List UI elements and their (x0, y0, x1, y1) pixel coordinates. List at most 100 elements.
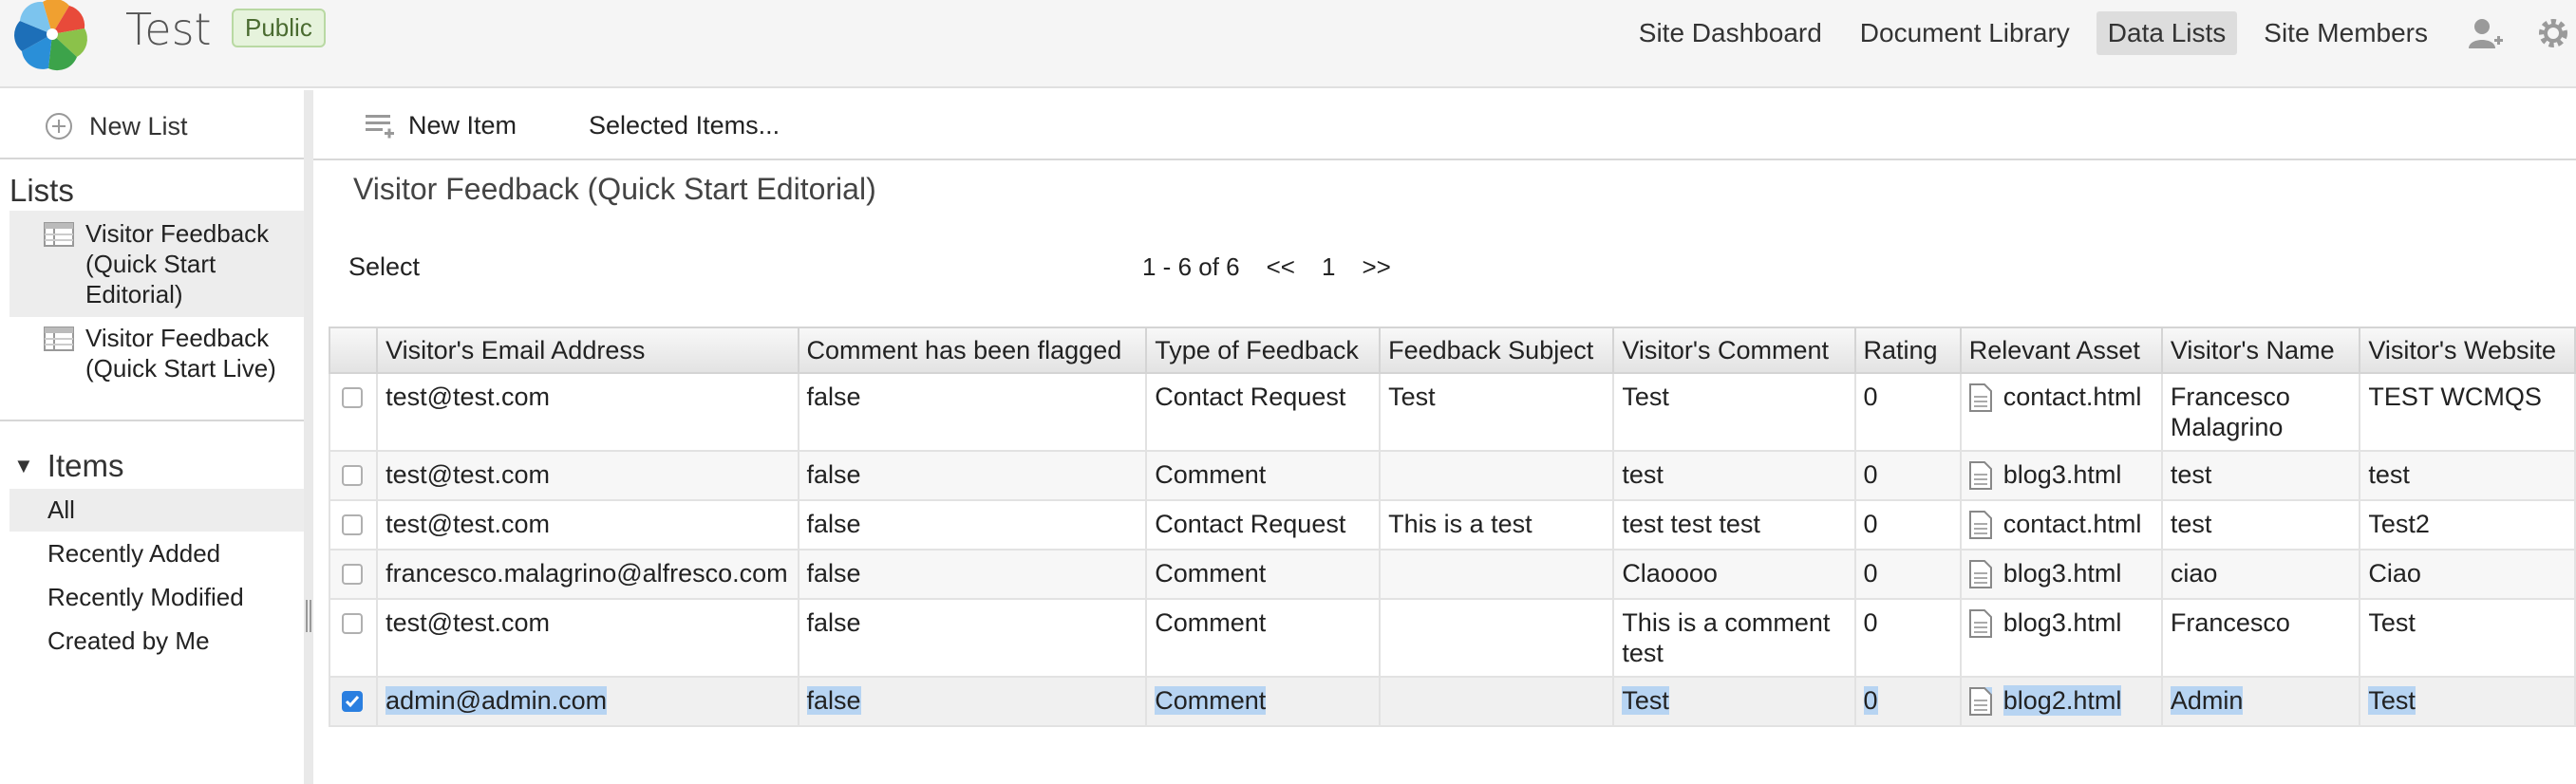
cell-subject (1379, 598, 1615, 678)
column-header[interactable]: Rating (1853, 327, 1962, 374)
table-row[interactable]: test@test.com false Comment test 0 blog3… (328, 450, 2576, 501)
left-panel: New List Lists Visitor Feedback (Quick S… (0, 90, 306, 784)
document-icon (1968, 609, 1992, 638)
prev-page-link[interactable]: << (1267, 252, 1295, 282)
datalist-table: Visitor's Email Address Comment has been… (328, 327, 2576, 727)
current-page[interactable]: 1 (1322, 252, 1335, 282)
column-header[interactable]: Feedback Subject (1379, 327, 1615, 374)
cell-email: test@test.com (376, 372, 799, 452)
list-title: Visitor Feedback (Quick Start Editorial) (353, 172, 876, 206)
asset-link[interactable]: blog3.html (1968, 607, 2153, 638)
row-checkbox[interactable] (342, 514, 363, 535)
new-list-button[interactable]: New List (44, 111, 188, 141)
gear-icon[interactable] (2530, 10, 2576, 56)
cell-comment: This is a comment test (1612, 598, 1856, 678)
cell-comment: Test (1622, 686, 1669, 715)
cell-name: Admin (2170, 686, 2244, 715)
cell-flagged: false (797, 549, 1148, 600)
cell-subject: Test (1379, 372, 1615, 452)
list-item-editorial[interactable]: Visitor Feedback (Quick Start Editorial) (9, 211, 304, 317)
cell-comment: Test (1612, 372, 1856, 452)
table-row[interactable]: test@test.com false Contact Request This… (328, 499, 2576, 551)
column-header-select (328, 327, 379, 374)
datalist-icon (44, 327, 74, 351)
asset-link[interactable]: blog3.html (1968, 558, 2153, 588)
filter-created-by-me[interactable]: Created by Me (9, 620, 304, 663)
datalist-icon (44, 222, 74, 247)
table-row[interactable]: test@test.com false Comment This is a co… (328, 598, 2576, 678)
column-header[interactable]: Visitor's Name (2160, 327, 2361, 374)
nav-site-dashboard[interactable]: Site Dashboard (1627, 11, 1833, 55)
row-checkbox[interactable] (342, 613, 363, 634)
column-header[interactable]: Comment has been flagged (797, 327, 1148, 374)
nav-site-members[interactable]: Site Members (2252, 11, 2439, 55)
asset-name: contact.html (2003, 510, 2142, 538)
nav-document-library[interactable]: Document Library (1849, 11, 2081, 55)
selected-items-menu[interactable]: Selected Items... (589, 111, 780, 140)
table-row[interactable]: francesco.malagrino@alfresco.com false C… (328, 549, 2576, 600)
resize-grip-icon[interactable] (306, 600, 311, 632)
column-header[interactable]: Type of Feedback (1145, 327, 1382, 374)
paginator: 1 - 6 of 6 << 1 >> (1142, 252, 1418, 282)
asset-name: blog3.html (2003, 608, 2122, 637)
column-header[interactable]: Visitor's Email Address (376, 327, 799, 374)
cell-type: Comment (1145, 598, 1382, 678)
cell-comment: test test test (1612, 499, 1856, 551)
cell-comment: test (1612, 450, 1856, 501)
new-item-button[interactable]: New Item (365, 111, 517, 140)
cell-subject (1379, 676, 1615, 727)
column-header[interactable]: Visitor's Comment (1612, 327, 1856, 374)
cell-flagged: false (797, 450, 1148, 501)
cell-type: Contact Request (1145, 499, 1382, 551)
column-header[interactable]: Relevant Asset (1959, 327, 2163, 374)
row-checkbox[interactable] (342, 387, 363, 408)
filter-all[interactable]: All (9, 489, 304, 532)
asset-link[interactable]: blog3.html (1968, 459, 2153, 490)
collapse-triangle-icon: ▼ (13, 454, 34, 477)
nav-data-lists[interactable]: Data Lists (2096, 11, 2238, 55)
cell-flagged: false (797, 499, 1148, 551)
add-user-icon[interactable] (2462, 10, 2508, 56)
table-row-selected[interactable]: admin@admin.com false Comment Test 0 blo… (328, 676, 2576, 727)
asset-name: blog3.html (2003, 460, 2122, 489)
cell-name: test (2160, 450, 2361, 501)
alfresco-logo[interactable] (6, 0, 99, 72)
next-page-link[interactable]: >> (1362, 252, 1390, 282)
new-item-icon (366, 114, 394, 138)
add-circle-icon (46, 113, 72, 140)
site-header: Test Public Site Dashboard Document Libr… (0, 0, 2576, 88)
asset-name: contact.html (2003, 383, 2142, 411)
row-checkbox[interactable] (342, 564, 363, 585)
asset-link[interactable]: contact.html (1968, 509, 2153, 539)
panel-resizer[interactable] (304, 90, 313, 784)
items-section-toggle[interactable]: ▼ Items (13, 448, 123, 484)
select-menu[interactable]: Select (348, 252, 420, 282)
cell-rating: 0 (1853, 372, 1962, 452)
cell-name: Francesco Malagrino (2160, 372, 2361, 452)
list-item-live[interactable]: Visitor Feedback (Quick Start Live) (9, 315, 304, 391)
asset-link[interactable]: contact.html (1968, 382, 2153, 412)
lists-title: Lists (9, 173, 74, 208)
cell-comment: Claoooo (1612, 549, 1856, 600)
list-item-label: Visitor Feedback (Quick Start Editorial) (85, 219, 270, 308)
table-row[interactable]: test@test.com false Contact Request Test… (328, 372, 2576, 452)
row-checkbox[interactable] (342, 465, 363, 486)
cell-subject (1379, 450, 1615, 501)
cell-name: Francesco (2160, 598, 2361, 678)
checkmark-icon (345, 696, 360, 708)
column-header[interactable]: Visitor's Website (2359, 327, 2576, 374)
cell-email: admin@admin.com (385, 686, 608, 715)
cell-rating: 0 (1853, 499, 1962, 551)
filter-recently-modified[interactable]: Recently Modified (9, 576, 304, 619)
asset-link[interactable]: blog2.html (1968, 685, 2153, 716)
asset-name: blog2.html (2003, 685, 2122, 716)
cell-rating: 0 (1863, 686, 1878, 715)
row-checkbox-checked[interactable] (342, 691, 363, 712)
filter-recently-added[interactable]: Recently Added (9, 532, 304, 575)
cell-email: test@test.com (376, 598, 799, 678)
items-title: Items (47, 448, 124, 483)
cell-flagged: false (806, 686, 861, 715)
cell-subject: This is a test (1379, 499, 1615, 551)
site-title[interactable]: Test (125, 0, 212, 59)
cell-website: TEST WCMQS (2359, 372, 2576, 452)
